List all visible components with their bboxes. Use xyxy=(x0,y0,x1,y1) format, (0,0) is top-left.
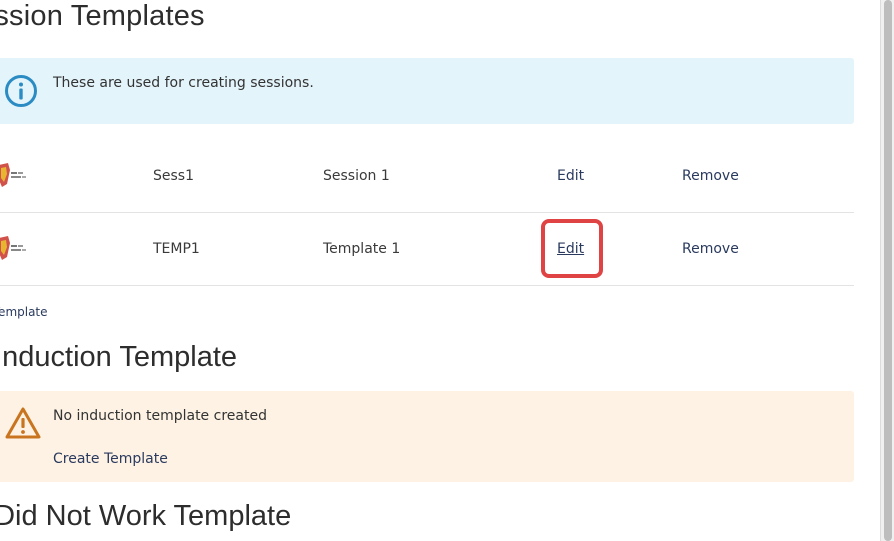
warning-alert-text: No induction template created xyxy=(53,408,267,424)
warning-triangle-icon xyxy=(4,406,42,444)
create-template-link[interactable]: Create Template xyxy=(53,451,168,467)
add-template-link[interactable]: ld Template xyxy=(0,305,48,319)
info-alert-text: These are used for creating sessions. xyxy=(53,75,314,91)
info-alert: These are used for creating sessions. xyxy=(0,58,854,124)
template-code: Sess1 xyxy=(153,168,194,184)
info-circle-icon xyxy=(4,74,38,112)
templates-table: Sess1 Session 1 Edit Remove TEMP1 Templa… xyxy=(0,140,854,286)
table-row: Sess1 Session 1 Edit Remove xyxy=(0,140,854,213)
edit-link-highlighted[interactable]: Edit xyxy=(557,241,584,257)
induction-template-title: . Induction Template xyxy=(0,341,238,373)
template-name: Session 1 xyxy=(323,168,390,184)
scrollbar-thumb[interactable] xyxy=(884,0,892,541)
remove-link[interactable]: Remove xyxy=(682,241,739,257)
table-row: TEMP1 Template 1 Edit Remove xyxy=(0,213,854,286)
template-code: TEMP1 xyxy=(153,241,200,257)
session-templates-title: ession Templates xyxy=(0,0,205,32)
vertical-scrollbar[interactable] xyxy=(880,0,894,541)
remove-link[interactable]: Remove xyxy=(682,168,739,184)
organisation-logo-icon xyxy=(0,160,42,190)
page: ession Templates These are used for crea… xyxy=(0,0,894,541)
organisation-logo-icon xyxy=(0,233,42,263)
edit-link[interactable]: Edit xyxy=(557,168,584,184)
template-name: Template 1 xyxy=(323,241,401,257)
warning-alert: No induction template created Create Tem… xyxy=(0,391,854,482)
did-not-work-template-title: . Did Not Work Template xyxy=(0,500,292,532)
